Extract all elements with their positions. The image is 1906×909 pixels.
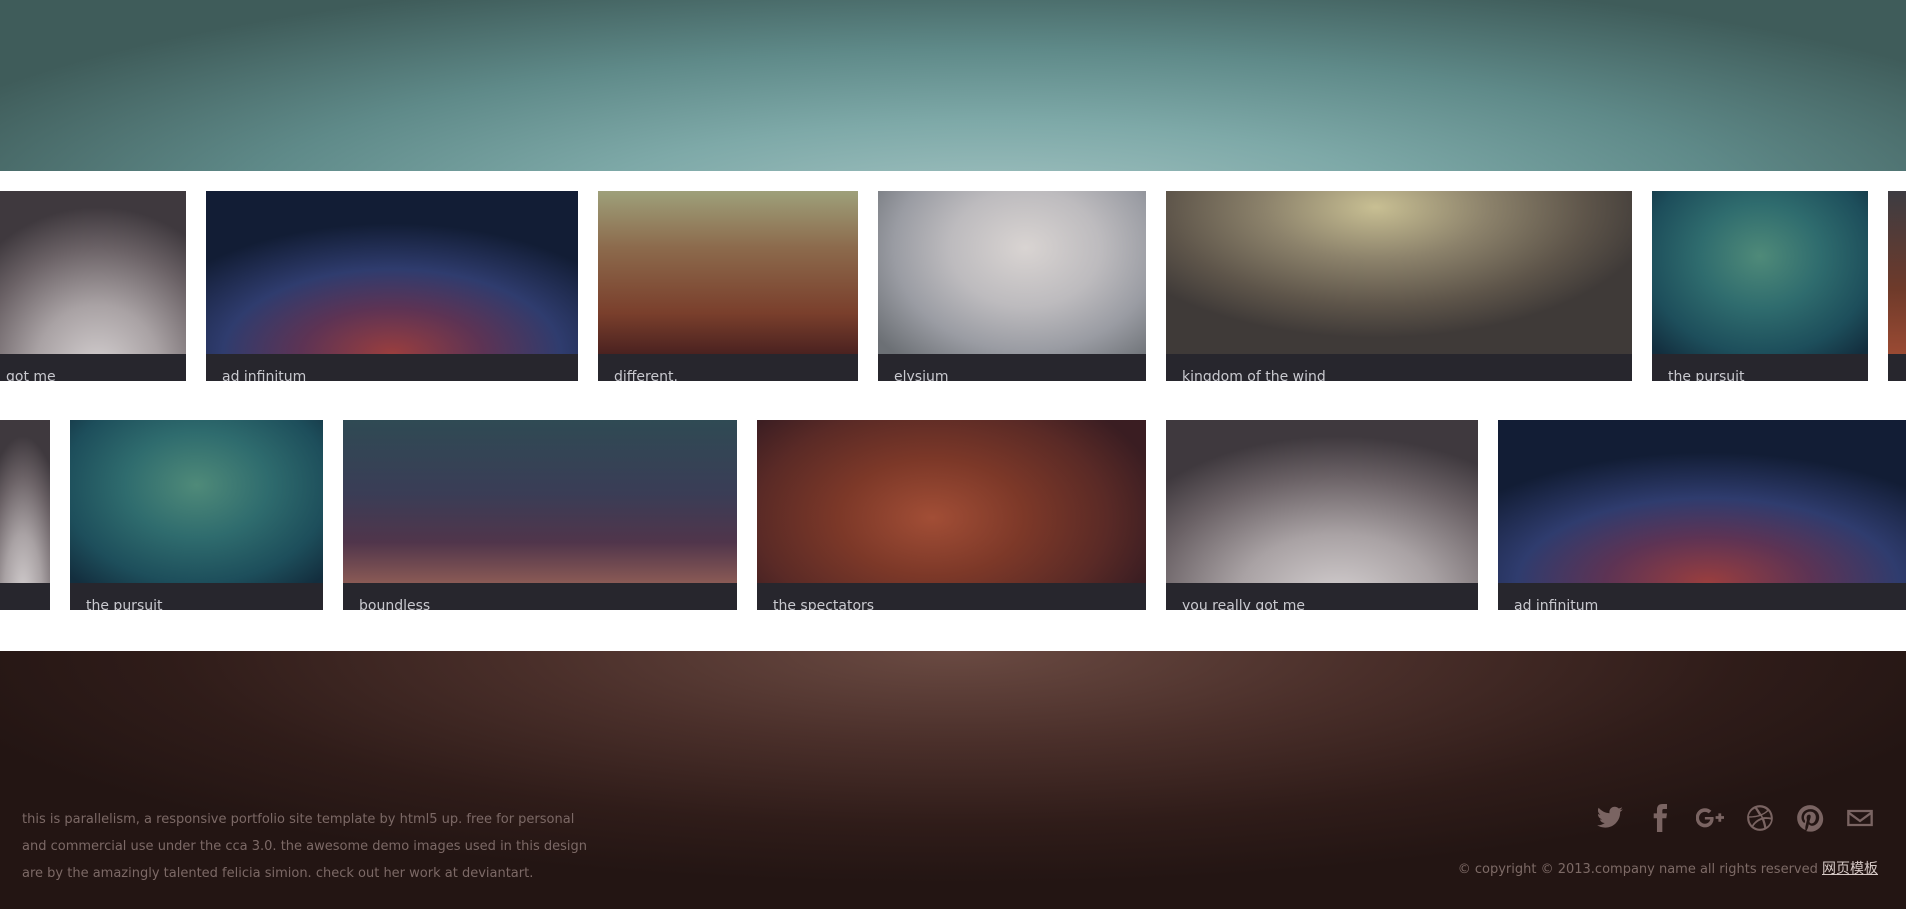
header-banner xyxy=(0,0,1906,171)
thumbnail-image xyxy=(0,191,186,354)
thumbnail-image xyxy=(757,420,1146,583)
thumbnail-image xyxy=(1166,420,1478,583)
thumbnail-caption: kingdom of the wind xyxy=(1166,354,1632,381)
thumbnail-image xyxy=(0,420,50,583)
social-links xyxy=(1592,798,1878,838)
thumbnail-caption: the pursuit xyxy=(70,583,323,610)
envelope-icon[interactable] xyxy=(1842,800,1878,836)
dribbble-icon[interactable] xyxy=(1742,800,1778,836)
pinterest-icon[interactable] xyxy=(1792,800,1828,836)
thumbnail-image xyxy=(206,191,578,354)
template-link[interactable]: 网页模板 xyxy=(1822,861,1878,877)
thumbnail-image xyxy=(1888,191,1906,354)
footer-about-line: and commercial use under the cca 3.0. th… xyxy=(22,839,588,854)
thumbnail-the-pursuit[interactable]: the pursuit xyxy=(1652,191,1868,381)
thumbnail-image xyxy=(1652,191,1868,354)
thumbnail-caption xyxy=(0,583,50,610)
twitter-icon[interactable] xyxy=(1592,800,1628,836)
thumbnail-ad-infinitum[interactable]: ad infinitum xyxy=(1498,420,1906,610)
thumbnail-got-me[interactable]: got me xyxy=(0,191,186,381)
thumbnail-partial-right[interactable] xyxy=(1888,191,1906,381)
thumbnail-image xyxy=(1498,420,1906,583)
thumbnail-caption: elysium xyxy=(878,354,1146,381)
thumbnail-image xyxy=(343,420,737,583)
gallery-reel-top[interactable]: got me ad infinitum different. elysium k… xyxy=(0,171,1906,381)
thumbnail-different[interactable]: different. xyxy=(598,191,858,381)
thumbnail-elysium[interactable]: elysium xyxy=(878,191,1146,381)
thumbnail-image xyxy=(598,191,858,354)
thumbnail-caption: boundless xyxy=(343,583,737,610)
google-plus-icon[interactable] xyxy=(1692,800,1728,836)
facebook-icon[interactable] xyxy=(1642,800,1678,836)
copyright-text: © copyright © 2013.company name all righ… xyxy=(1457,862,1818,877)
thumbnail-caption xyxy=(1888,354,1906,381)
gallery-reel-bottom[interactable]: the pursuit boundless the spectators you… xyxy=(0,400,1906,610)
thumbnail-ad-infinitum[interactable]: ad infinitum xyxy=(206,191,578,381)
thumbnail-image xyxy=(1166,191,1632,354)
thumbnail-caption: the spectators xyxy=(757,583,1146,610)
thumbnail-you-really-got-me[interactable]: you really got me xyxy=(1166,420,1478,610)
thumbnail-partial-left[interactable] xyxy=(0,420,50,610)
thumbnail-boundless[interactable]: boundless xyxy=(343,420,737,610)
thumbnail-caption: the pursuit xyxy=(1652,354,1868,381)
copyright-notice: © copyright © 2013.company name all righ… xyxy=(1458,858,1878,878)
footer-about-line: this is parallelism, a responsive portfo… xyxy=(22,812,575,827)
footer-about-line: are by the amazingly talented felicia si… xyxy=(22,866,534,881)
thumbnail-kingdom-of-the-wind[interactable]: kingdom of the wind xyxy=(1166,191,1632,381)
thumbnail-image xyxy=(878,191,1146,354)
thumbnail-caption: got me xyxy=(0,354,186,381)
thumbnail-caption: ad infinitum xyxy=(206,354,578,381)
thumbnail-caption: you really got me xyxy=(1166,583,1478,610)
thumbnail-the-spectators[interactable]: the spectators xyxy=(757,420,1146,610)
footer-about: this is parallelism, a responsive portfo… xyxy=(22,806,602,887)
thumbnail-caption: ad infinitum xyxy=(1498,583,1906,610)
thumbnail-the-pursuit[interactable]: the pursuit xyxy=(70,420,323,610)
thumbnail-caption: different. xyxy=(598,354,858,381)
thumbnail-image xyxy=(70,420,323,583)
